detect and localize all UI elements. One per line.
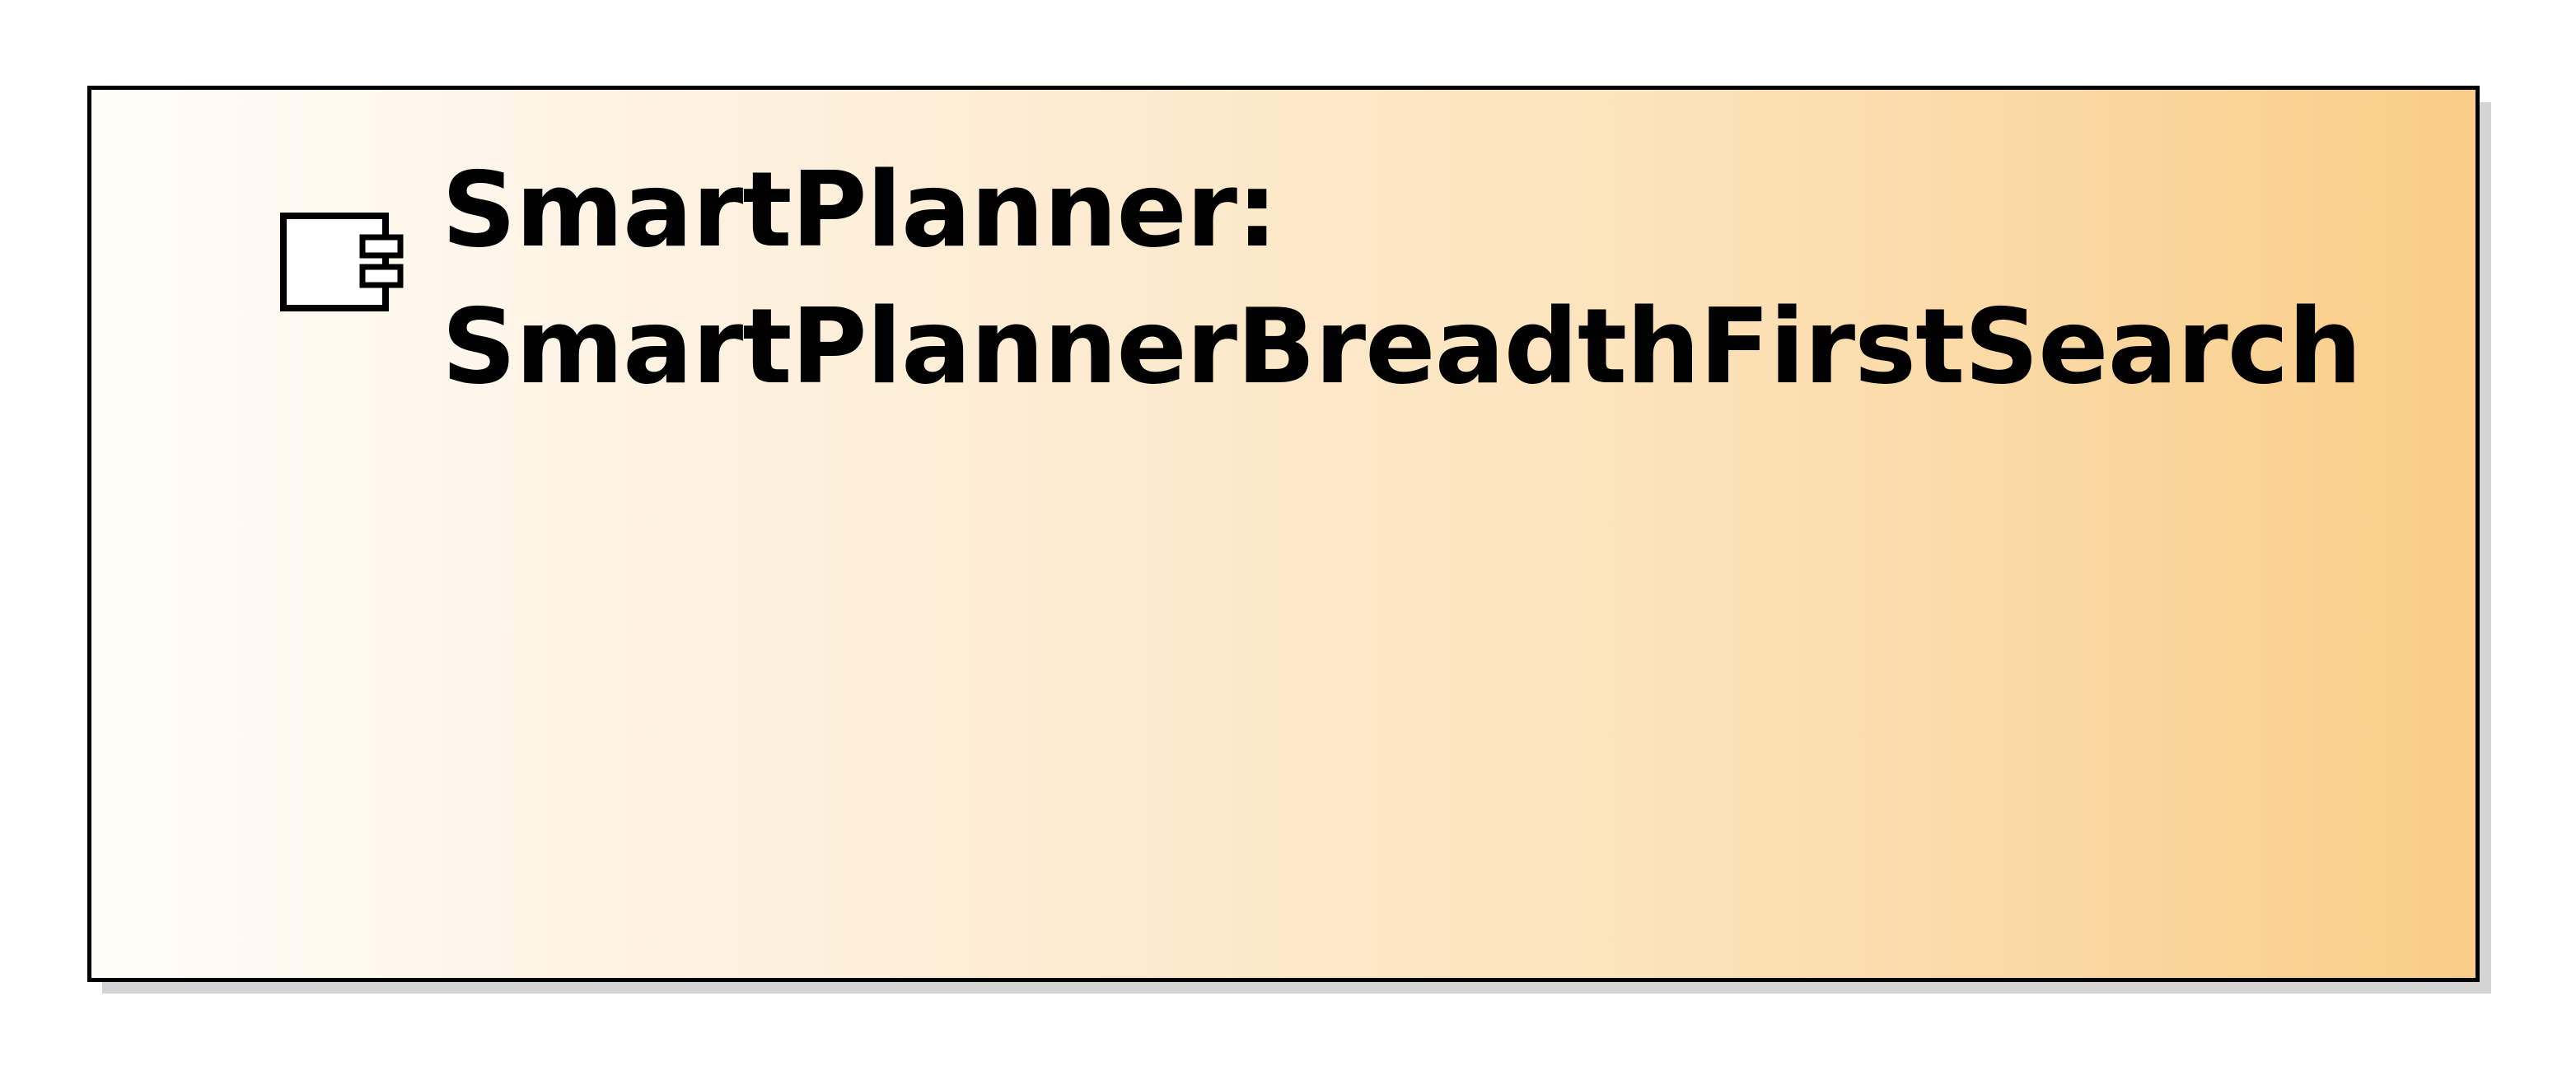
- component-title: SmartPlanner: SmartPlannerBreadthFirstSe…: [442, 142, 2362, 415]
- diagram-canvas: SmartPlanner: SmartPlannerBreadthFirstSe…: [0, 0, 2576, 1085]
- component-icon: [280, 213, 404, 311]
- component-title-line1: SmartPlanner:: [442, 149, 1278, 270]
- component-title-line2: SmartPlannerBreadthFirstSearch: [442, 286, 2362, 407]
